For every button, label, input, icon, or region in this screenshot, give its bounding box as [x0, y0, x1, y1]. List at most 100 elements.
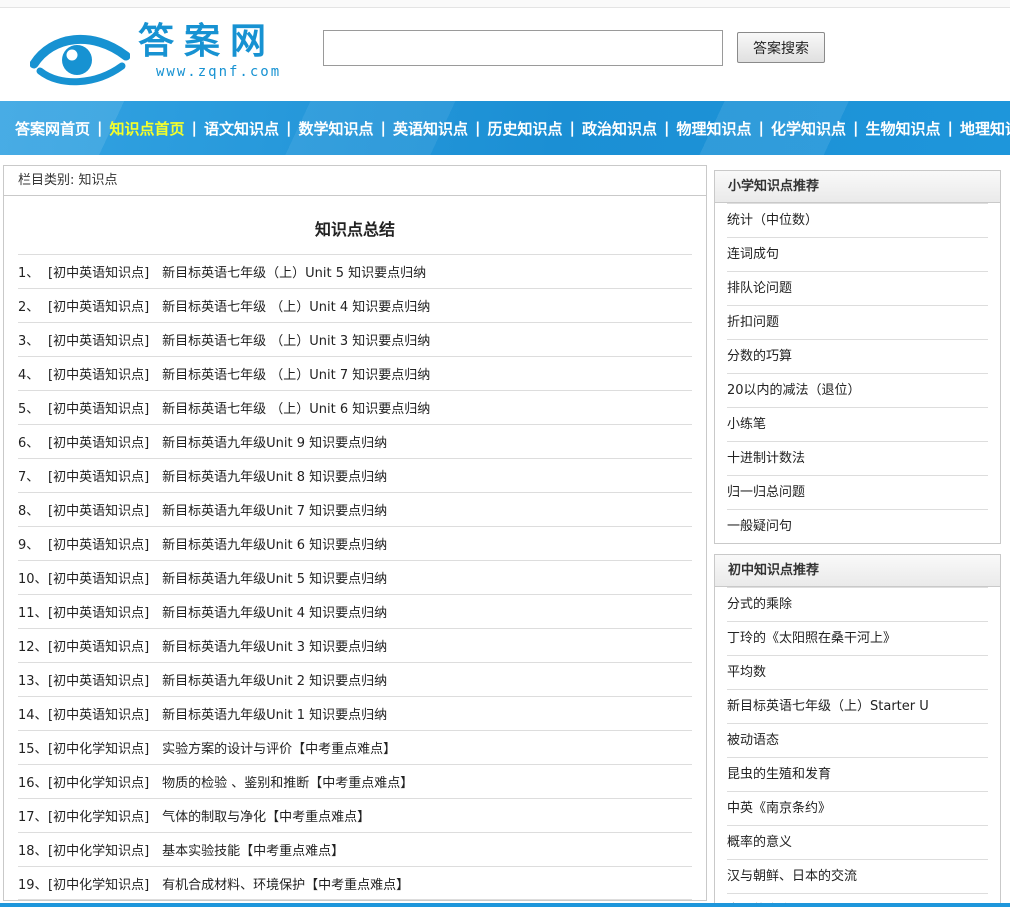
sidebar-link[interactable]: 连词成句 — [727, 237, 988, 271]
nav-link[interactable]: 物理知识点 — [670, 118, 759, 139]
list-item: 14、 [初中英语知识点] 新目标英语九年级Unit 1 知识要点归纳 — [18, 696, 692, 730]
list-item-category-link[interactable]: [初中化学知识点] — [48, 738, 149, 757]
nav-link[interactable]: 地理知识点 — [953, 118, 1010, 139]
sidebar-link[interactable]: 折扣问题 — [727, 305, 988, 339]
list-item-category-link[interactable]: [初中英语知识点] — [48, 704, 149, 723]
list-item-title-link[interactable]: 新目标英语九年级Unit 8 知识要点归纳 — [162, 466, 387, 485]
list-item-category-link[interactable]: [初中英语知识点] — [48, 364, 149, 383]
list-item-title-link[interactable]: 新目标英语九年级Unit 6 知识要点归纳 — [162, 534, 387, 553]
sidebar-link[interactable]: 昆虫的生殖和发育 — [727, 757, 988, 791]
list-item: 10、 [初中英语知识点] 新目标英语九年级Unit 5 知识要点归纳 — [18, 560, 692, 594]
sidebar-link[interactable]: 汉与朝鲜、日本的交流 — [727, 859, 988, 893]
list-item-title-link[interactable]: 新目标英语七年级 （上）Unit 7 知识要点归纳 — [162, 364, 430, 383]
list-item-number: 17、 — [18, 806, 48, 825]
list-item-category-link[interactable]: [初中英语知识点] — [48, 500, 149, 519]
sidebar-link[interactable]: 概率的意义 — [727, 825, 988, 859]
list-item-title-link[interactable]: 物质的检验 、鉴别和推断【中考重点难点】 — [162, 772, 413, 791]
list-item-title-link[interactable]: 新目标英语七年级 （上）Unit 4 知识要点归纳 — [162, 296, 430, 315]
sidebar-link[interactable]: 统计（中位数） — [727, 203, 988, 237]
nav-link[interactable]: 生物知识点 — [859, 118, 948, 139]
list-item-title-link[interactable]: 新目标英语七年级（上）Unit 5 知识要点归纳 — [162, 262, 426, 281]
list-item-number: 8、 — [18, 500, 48, 519]
sidebar-link[interactable]: 被动语态 — [727, 723, 988, 757]
sidebar-link[interactable]: 一般疑问句 — [727, 509, 988, 543]
list-item-title-link[interactable]: 新目标英语九年级Unit 1 知识要点归纳 — [162, 704, 387, 723]
list-item-category-link[interactable]: [初中英语知识点] — [48, 432, 149, 451]
list-item-title-link[interactable]: 新目标英语九年级Unit 3 知识要点归纳 — [162, 636, 387, 655]
sidebar-link[interactable]: 排队论问题 — [727, 271, 988, 305]
nav-item: 生物知识点 | — [859, 118, 954, 139]
list-item-number: 15、 — [18, 738, 48, 757]
list-item: 12、 [初中英语知识点] 新目标英语九年级Unit 3 知识要点归纳 — [18, 628, 692, 662]
list-item-number: 10、 — [18, 568, 48, 587]
list-item-title-link[interactable]: 新目标英语九年级Unit 5 知识要点归纳 — [162, 568, 387, 587]
list-item-number: 9、 — [18, 534, 48, 553]
sidebar-link[interactable]: 新目标英语七年级（上）Starter U — [727, 689, 988, 723]
list-item-category-link[interactable]: [初中英语知识点] — [48, 534, 149, 553]
nav-link[interactable]: 历史知识点 — [481, 118, 570, 139]
list-item: 15、 [初中化学知识点] 实验方案的设计与评价【中考重点难点】 — [18, 730, 692, 764]
sidebar-link[interactable]: 小练笔 — [727, 407, 988, 441]
list-item-title-link[interactable]: 新目标英语九年级Unit 4 知识要点归纳 — [162, 602, 387, 621]
sidebar-link[interactable]: 十进制计数法 — [727, 441, 988, 475]
sidebar-link[interactable]: 分式的乘除 — [727, 587, 988, 621]
sidebar-link[interactable]: 分数的巧算 — [727, 339, 988, 373]
eye-logo-icon — [30, 30, 130, 88]
nav-link[interactable]: 知识点首页 — [103, 118, 192, 139]
nav-item: 答案网首页 | — [8, 118, 103, 139]
list-item: 16、 [初中化学知识点] 物质的检验 、鉴别和推断【中考重点难点】 — [18, 764, 692, 798]
nav-item: 语文知识点 | — [197, 118, 292, 139]
list-item-title-link[interactable]: 新目标英语七年级 （上）Unit 6 知识要点归纳 — [162, 398, 430, 417]
search-input[interactable] — [323, 30, 723, 66]
nav-link[interactable]: 答案网首页 — [8, 118, 97, 139]
list-item-category-link[interactable]: [初中英语知识点] — [48, 568, 149, 587]
list-item-number: 4、 — [18, 364, 48, 383]
list-item-title-link[interactable]: 新目标英语九年级Unit 2 知识要点归纳 — [162, 670, 387, 689]
page-content: 栏目类别: 知识点 知识点总结 1、 [初中英语知识点] 新目标英语七年级（上）… — [0, 155, 1010, 907]
logo-url: www.zqnf.com — [138, 64, 281, 80]
list-item-category-link[interactable]: [初中化学知识点] — [48, 806, 149, 825]
list-item-category-link[interactable]: [初中英语知识点] — [48, 670, 149, 689]
sidebar-link[interactable]: 20以内的减法（退位） — [727, 373, 988, 407]
search-button[interactable]: 答案搜索 — [737, 32, 825, 63]
list-item-category-link[interactable]: [初中化学知识点] — [48, 874, 149, 893]
nav-link[interactable]: 英语知识点 — [386, 118, 475, 139]
list-item-category-link[interactable]: [初中英语知识点] — [48, 330, 149, 349]
list-item-title-link[interactable]: 实验方案的设计与评价【中考重点难点】 — [162, 738, 396, 757]
top-strip — [0, 0, 1010, 8]
footer-bar — [0, 903, 1010, 907]
nav-link[interactable]: 政治知识点 — [575, 118, 664, 139]
nav-link[interactable]: 化学知识点 — [764, 118, 853, 139]
list-item: 1、 [初中英语知识点] 新目标英语七年级（上）Unit 5 知识要点归纳 — [18, 254, 692, 288]
list-item-title-link[interactable]: 新目标英语七年级 （上）Unit 3 知识要点归纳 — [162, 330, 430, 349]
nav-item: 知识点首页 | — [103, 118, 198, 139]
list-item-title-link[interactable]: 新目标英语九年级Unit 9 知识要点归纳 — [162, 432, 387, 451]
list-item-title-link[interactable]: 新目标英语九年级Unit 7 知识要点归纳 — [162, 500, 387, 519]
list-item-category-link[interactable]: [初中化学知识点] — [48, 840, 149, 859]
list-item-category-link[interactable]: [初中英语知识点] — [48, 398, 149, 417]
list-item-number: 6、 — [18, 432, 48, 451]
list-item-category-link[interactable]: [初中英语知识点] — [48, 262, 149, 281]
list-item-number: 19、 — [18, 874, 48, 893]
list-item-category-link[interactable]: [初中英语知识点] — [48, 296, 149, 315]
list-item-number: 12、 — [18, 636, 48, 655]
list-item-category-link[interactable]: [初中化学知识点] — [48, 772, 149, 791]
sidebar-link[interactable]: 丁玲的《太阳照在桑干河上》 — [727, 621, 988, 655]
sidebar-section-title: 初中知识点推荐 — [715, 555, 1000, 587]
nav-link[interactable]: 数学知识点 — [292, 118, 381, 139]
knowledge-list-box: 栏目类别: 知识点 知识点总结 1、 [初中英语知识点] 新目标英语七年级（上）… — [3, 165, 707, 901]
list-item-category-link[interactable]: [初中英语知识点] — [48, 636, 149, 655]
list-item-title-link[interactable]: 基本实验技能【中考重点难点】 — [162, 840, 344, 859]
nav-link[interactable]: 语文知识点 — [197, 118, 286, 139]
list-item-category-link[interactable]: [初中英语知识点] — [48, 466, 149, 485]
list-item-category-link[interactable]: [初中英语知识点] — [48, 602, 149, 621]
list-item: 9、 [初中英语知识点] 新目标英语九年级Unit 6 知识要点归纳 — [18, 526, 692, 560]
sidebar-link[interactable]: 平均数 — [727, 655, 988, 689]
sidebar-link[interactable]: 中英《南京条约》 — [727, 791, 988, 825]
sidebar-link[interactable]: 归一归总问题 — [727, 475, 988, 509]
list-item-number: 7、 — [18, 466, 48, 485]
list-item-title-link[interactable]: 有机合成材料、环境保护【中考重点难点】 — [162, 874, 409, 893]
site-logo[interactable]: 答案网 www.zqnf.com — [30, 22, 281, 88]
list-item-title-link[interactable]: 气体的制取与净化【中考重点难点】 — [162, 806, 370, 825]
nav-item: 地理知识点 | — [953, 118, 1010, 139]
